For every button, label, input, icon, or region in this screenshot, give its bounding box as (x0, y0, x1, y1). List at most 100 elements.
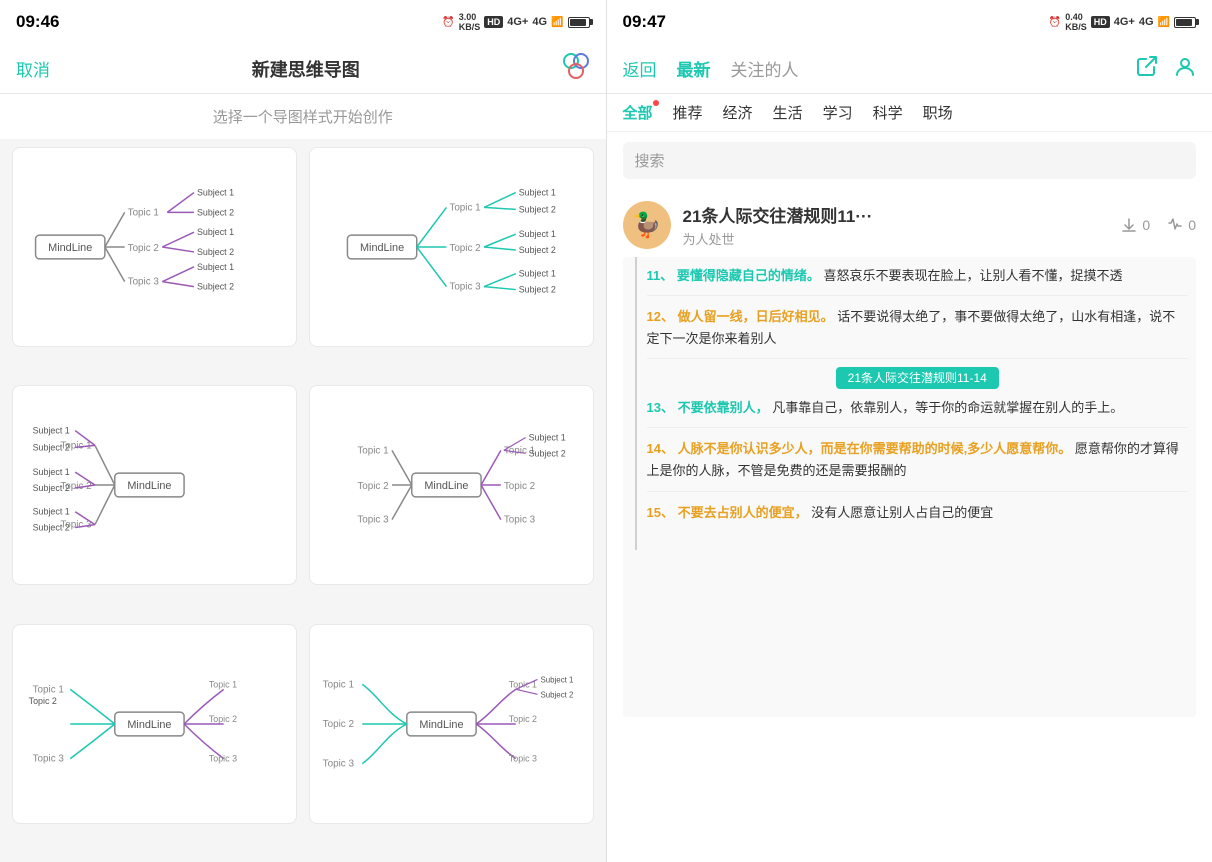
svg-text:Subject 1: Subject 1 (528, 433, 565, 443)
svg-text:Subject 1: Subject 1 (518, 229, 555, 239)
section-12: 12、 做人留一线，日后好相见。 话不要说得太绝了，事不要做得太绝了，山水有相逢… (647, 306, 1189, 359)
svg-text:Subject 1: Subject 1 (197, 227, 234, 237)
cat-workplace[interactable]: 职场 (923, 102, 953, 123)
label-box: 21条人际交往潜规则11-14 (836, 367, 999, 389)
back-button[interactable]: 返回 (623, 56, 657, 81)
cat-recommend[interactable]: 推荐 (673, 102, 703, 123)
svg-text:Subject 1: Subject 1 (33, 426, 70, 436)
title-11: 要懂得隐藏自己的情绪。 (677, 268, 820, 283)
svg-text:MindLine: MindLine (127, 719, 171, 731)
cat-all[interactable]: 全部 (623, 102, 653, 123)
svg-text:Topic 2: Topic 2 (504, 481, 535, 492)
svg-text:Subject 2: Subject 2 (197, 247, 234, 257)
cat-life[interactable]: 生活 (773, 102, 803, 123)
svg-text:Subject 2: Subject 2 (518, 285, 555, 295)
svg-text:Topic 3: Topic 3 (128, 277, 160, 288)
article-meta: 21条人际交往潜规则11··· 为人处世 (683, 202, 1109, 248)
download-icon (1120, 216, 1138, 234)
svg-text:Topic 1: Topic 1 (357, 446, 389, 457)
svg-text:Topic 3: Topic 3 (449, 282, 481, 293)
user-icon[interactable] (1174, 55, 1196, 82)
time-right: 09:47 (623, 12, 666, 32)
svg-text:Subject 2: Subject 2 (33, 483, 70, 493)
svg-text:MindLine: MindLine (127, 480, 171, 492)
mind-map-card-1[interactable]: MindLine Topic 1 Subject 1 Subject 2 Top… (12, 147, 297, 347)
network-4g-right: 4G (1139, 16, 1154, 28)
svg-text:Topic 2: Topic 2 (509, 714, 537, 724)
avatar: 🦆 (623, 201, 671, 249)
cancel-button[interactable]: 取消 (16, 56, 50, 81)
svg-text:Topic 2: Topic 2 (128, 243, 159, 254)
num-13: 13、 (647, 400, 674, 415)
article-label: 21条人际交往潜规则11-14 (647, 369, 1189, 387)
cat-science[interactable]: 科学 (873, 102, 903, 123)
section-11: 11、 要懂得隐藏自己的情绪。 喜怒哀乐不要表现在脸上，让别人看不懂，捉摸不透 (647, 265, 1189, 296)
mind-map-card-4[interactable]: MindLine Topic 1 Topic 2 Topic 3 Topic 1… (309, 385, 594, 585)
page-title-left: 新建思维导图 (50, 56, 562, 82)
search-bar[interactable]: 搜索 (623, 142, 1197, 179)
svg-text:Topic 3: Topic 3 (33, 753, 65, 764)
mind-map-card-3[interactable]: MindLine Topic 1 Subject 1 Subject 2 Top… (12, 385, 297, 585)
title-13: 不要依靠别人， (678, 400, 769, 415)
download-action[interactable]: 0 (1120, 216, 1150, 234)
left-panel: 09:46 ⏰ 3.00KB/S HD 4G+ 4G 📶 取消 新建思维导图 选… (0, 0, 606, 862)
svg-text:Subject 1: Subject 1 (518, 269, 555, 279)
timeline-bar (623, 257, 647, 550)
battery-tip (590, 19, 593, 25)
num-11: 11、 (647, 268, 674, 283)
timeline-line (635, 257, 637, 550)
svg-text:MindLine: MindLine (48, 242, 92, 254)
network-4g: 4G (532, 16, 547, 28)
svg-text:Subject 1: Subject 1 (518, 188, 555, 198)
svg-text:Topic 2: Topic 2 (449, 243, 480, 254)
svg-text:Topic 1: Topic 1 (322, 679, 354, 690)
mind-map-card-2[interactable]: MindLine Topic 1 Subject 1 Subject 2 Top… (309, 147, 594, 347)
svg-text:Topic 2: Topic 2 (322, 719, 353, 730)
category-bar: 全部 推荐 经济 生活 学习 科学 职场 (607, 94, 1212, 132)
svg-text:Subject 2: Subject 2 (518, 245, 555, 255)
mind-map-card-5[interactable]: MindLine Topic 1 Topic 2 Topic 3 Topic 1… (12, 624, 297, 824)
nav-latest[interactable]: 最新 (677, 56, 711, 81)
svg-text:Subject 2: Subject 2 (518, 204, 555, 214)
cat-economy[interactable]: 经济 (723, 102, 753, 123)
mindmap-icon[interactable] (562, 52, 590, 86)
svg-text:Topic 1: Topic 1 (509, 679, 537, 689)
num-14: 14、 (647, 441, 674, 456)
content-blocks: 11、 要懂得隐藏自己的情绪。 喜怒哀乐不要表现在脸上，让别人看不懂，捉摸不透 … (647, 257, 1197, 550)
svg-text:Subject 2: Subject 2 (528, 449, 565, 459)
svg-text:Topic 1: Topic 1 (128, 207, 160, 218)
status-bar-left: 09:46 ⏰ 3.00KB/S HD 4G+ 4G 📶 (0, 0, 606, 44)
section-15-text: 15、 不要去占别人的便宜， 没有人愿意让别人占自己的便宜 (647, 502, 1189, 524)
svg-text:Subject 1: Subject 1 (197, 188, 234, 198)
like-action[interactable]: 0 (1166, 216, 1196, 234)
status-icons-right: ⏰ 0.40KB/S HD 4G+ 4G 📶 (1049, 12, 1196, 32)
title-12: 做人留一线，日后好相见。 (678, 309, 834, 324)
battery-fill-right (1176, 19, 1192, 26)
section-13-text: 13、 不要依靠别人， 凡事靠自己，依靠别人，等于你的命运就掌握在别人的手上。 (647, 397, 1189, 419)
download-count: 0 (1142, 217, 1150, 233)
svg-text:Topic 2: Topic 2 (357, 481, 388, 492)
svg-text:Topic 3: Topic 3 (322, 758, 354, 769)
share-icon[interactable] (1136, 55, 1158, 82)
cat-study[interactable]: 学习 (823, 102, 853, 123)
article-title[interactable]: 21条人际交往潜规则11··· (683, 202, 1109, 227)
top-bar-left: 取消 新建思维导图 (0, 44, 606, 94)
svg-text:Subject 1: Subject 1 (197, 262, 234, 272)
svg-text:Subject 2: Subject 2 (33, 443, 70, 453)
svg-text:Topic 3: Topic 3 (209, 753, 237, 763)
top-bar-right: 返回 最新 关注的人 (607, 44, 1212, 94)
clock-icon: ⏰ (442, 17, 454, 28)
article-header: 🦆 21条人际交往潜规则11··· 为人处世 0 0 (623, 189, 1197, 257)
svg-text:Topic 3: Topic 3 (357, 515, 389, 526)
nav-following[interactable]: 关注的人 (731, 56, 799, 81)
svg-text:Subject 2: Subject 2 (540, 690, 573, 699)
like-count: 0 (1188, 217, 1196, 233)
mind-map-grid: MindLine Topic 1 Subject 1 Subject 2 Top… (0, 147, 606, 862)
like-icon (1166, 216, 1184, 234)
right-panel: 09:47 ⏰ 0.40KB/S HD 4G+ 4G 📶 返回 最新 关注的人 (607, 0, 1212, 862)
mind-map-card-6[interactable]: MindLine Topic 1 Topic 2 Topic 3 Topic 1… (309, 624, 594, 824)
notification-dot (653, 100, 659, 106)
status-bar-right: 09:47 ⏰ 0.40KB/S HD 4G+ 4G 📶 (607, 0, 1212, 44)
wifi-icon: 📶 (551, 17, 563, 28)
status-icons-left: ⏰ 3.00KB/S HD 4G+ 4G 📶 (442, 12, 589, 32)
